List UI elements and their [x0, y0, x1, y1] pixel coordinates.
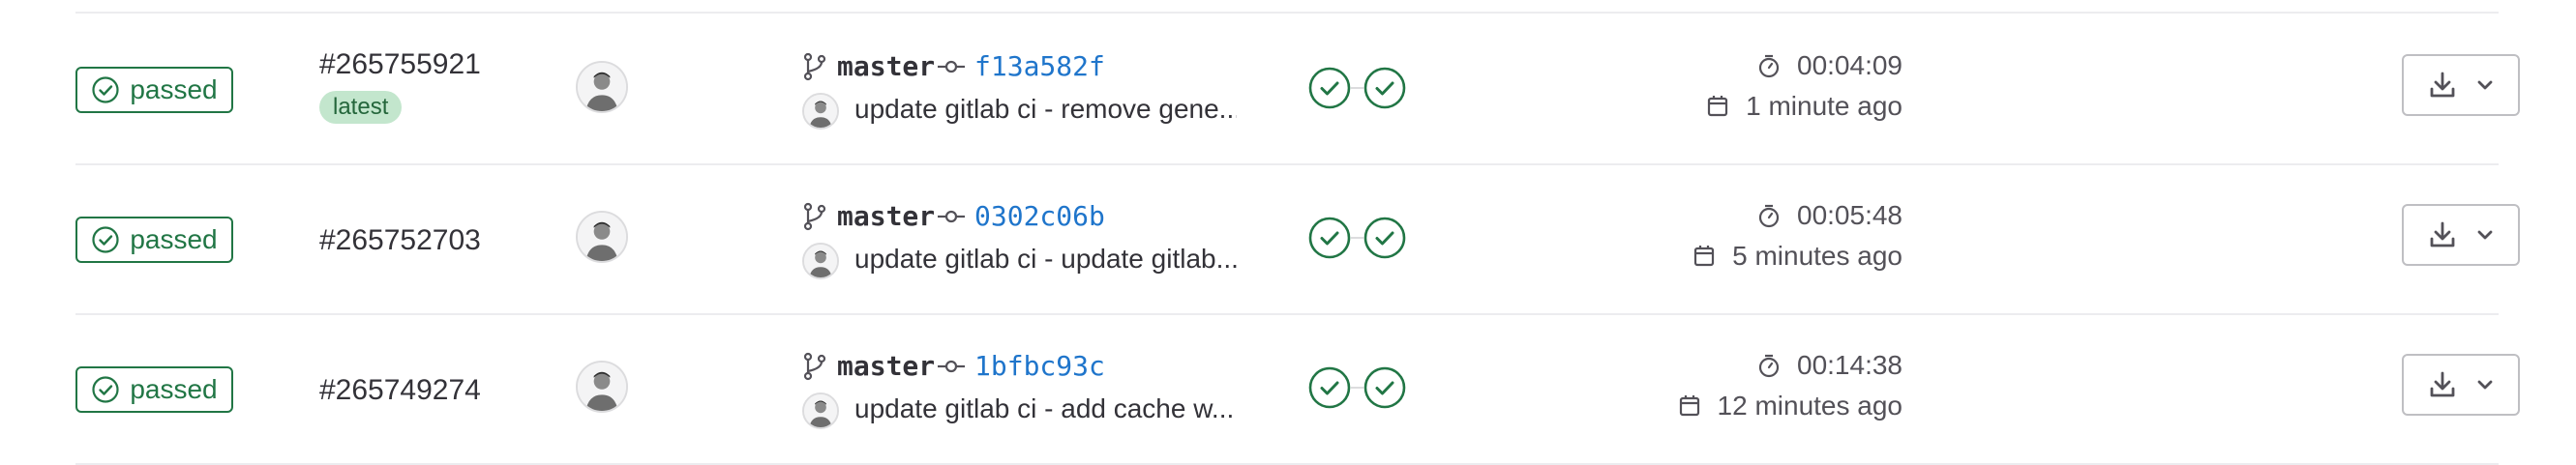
finished-time: 5 minutes ago	[1692, 241, 1902, 272]
download-icon	[2430, 72, 2455, 98]
duration-value: 00:05:48	[1797, 200, 1902, 230]
artifacts-dropdown-button[interactable]	[2402, 354, 2520, 416]
status-success-icon	[92, 226, 119, 253]
pipeline-row: passed #265755921 latest master f13a582f…	[75, 14, 2520, 165]
commit-author-avatar[interactable]	[802, 243, 839, 279]
status-badge[interactable]: passed	[75, 217, 233, 263]
download-icon	[2430, 371, 2455, 397]
stage-connector	[1351, 237, 1363, 239]
status-label: passed	[130, 74, 218, 104]
branch-icon	[803, 52, 826, 81]
timer-icon	[1758, 354, 1780, 378]
chevron-down-icon	[2477, 230, 2493, 240]
status-success-icon	[92, 76, 119, 103]
finished-time: 1 minute ago	[1705, 91, 1902, 122]
stage-success-icon[interactable]	[1363, 217, 1406, 259]
commit-icon	[938, 360, 965, 373]
finished-value: 1 minute ago	[1746, 91, 1902, 121]
stage-success-icon[interactable]	[1308, 366, 1351, 409]
commit-title-link[interactable]: update gitlab ci - remove gene...	[854, 94, 1237, 125]
branch-name-link[interactable]: master	[837, 50, 935, 82]
commit-icon	[938, 210, 965, 223]
stage-success-icon[interactable]	[1308, 67, 1351, 109]
calendar-icon	[1708, 96, 1728, 117]
timer-icon	[1758, 54, 1780, 78]
branch-name-link[interactable]: master	[837, 350, 935, 382]
duration: 00:05:48	[1756, 200, 1902, 231]
status-label: passed	[130, 374, 218, 404]
stage-success-icon[interactable]	[1308, 217, 1351, 259]
commit-title-link[interactable]: update gitlab ci - add cache w...	[854, 393, 1237, 424]
chevron-down-icon	[2477, 80, 2493, 90]
pipeline-id-link[interactable]: #265755921	[319, 48, 481, 81]
duration-value: 00:04:09	[1797, 50, 1902, 80]
stage-success-icon[interactable]	[1363, 67, 1406, 109]
status-success-icon	[92, 376, 119, 403]
duration: 00:14:38	[1756, 350, 1902, 381]
stage-connector	[1351, 387, 1363, 389]
commit-author-avatar[interactable]	[802, 93, 839, 130]
pipeline-row: passed #265752703 master 0302c06b update…	[75, 163, 2520, 315]
commit-title-link[interactable]: update gitlab ci - update gitlab...	[854, 244, 1237, 275]
finished-value: 12 minutes ago	[1717, 391, 1902, 421]
duration: 00:04:09	[1756, 50, 1902, 81]
finished-time: 12 minutes ago	[1677, 391, 1902, 421]
status-badge[interactable]: passed	[75, 67, 233, 113]
branch-icon	[803, 202, 826, 231]
pipeline-id-link[interactable]: #265752703	[319, 224, 481, 257]
triggerer-avatar[interactable]	[576, 211, 628, 263]
latest-badge: latest	[319, 91, 403, 124]
pipeline-row: passed #265749274 master 1bfbc93c update…	[75, 313, 2520, 465]
stage-connector	[1351, 87, 1363, 89]
commit-author-avatar[interactable]	[802, 392, 839, 429]
triggerer-avatar[interactable]	[576, 61, 628, 113]
commit-sha-link[interactable]: 0302c06b	[974, 200, 1105, 232]
stage-success-icon[interactable]	[1363, 366, 1406, 409]
chevron-down-icon	[2477, 380, 2493, 390]
duration-value: 00:14:38	[1797, 350, 1902, 380]
finished-value: 5 minutes ago	[1732, 241, 1902, 271]
commit-sha-link[interactable]: f13a582f	[974, 50, 1105, 82]
triggerer-avatar[interactable]	[576, 361, 628, 413]
download-icon	[2430, 221, 2455, 247]
branch-icon	[803, 352, 826, 381]
artifacts-dropdown-button[interactable]	[2402, 204, 2520, 266]
status-badge[interactable]: passed	[75, 366, 233, 413]
branch-name-link[interactable]: master	[837, 200, 935, 232]
calendar-icon	[1679, 395, 1699, 417]
status-label: passed	[130, 224, 218, 254]
commit-sha-link[interactable]: 1bfbc93c	[974, 350, 1105, 382]
pipeline-id-link[interactable]: #265749274	[319, 374, 481, 407]
artifacts-dropdown-button[interactable]	[2402, 54, 2520, 116]
timer-icon	[1758, 204, 1780, 228]
commit-icon	[938, 60, 965, 73]
calendar-icon	[1694, 246, 1715, 267]
